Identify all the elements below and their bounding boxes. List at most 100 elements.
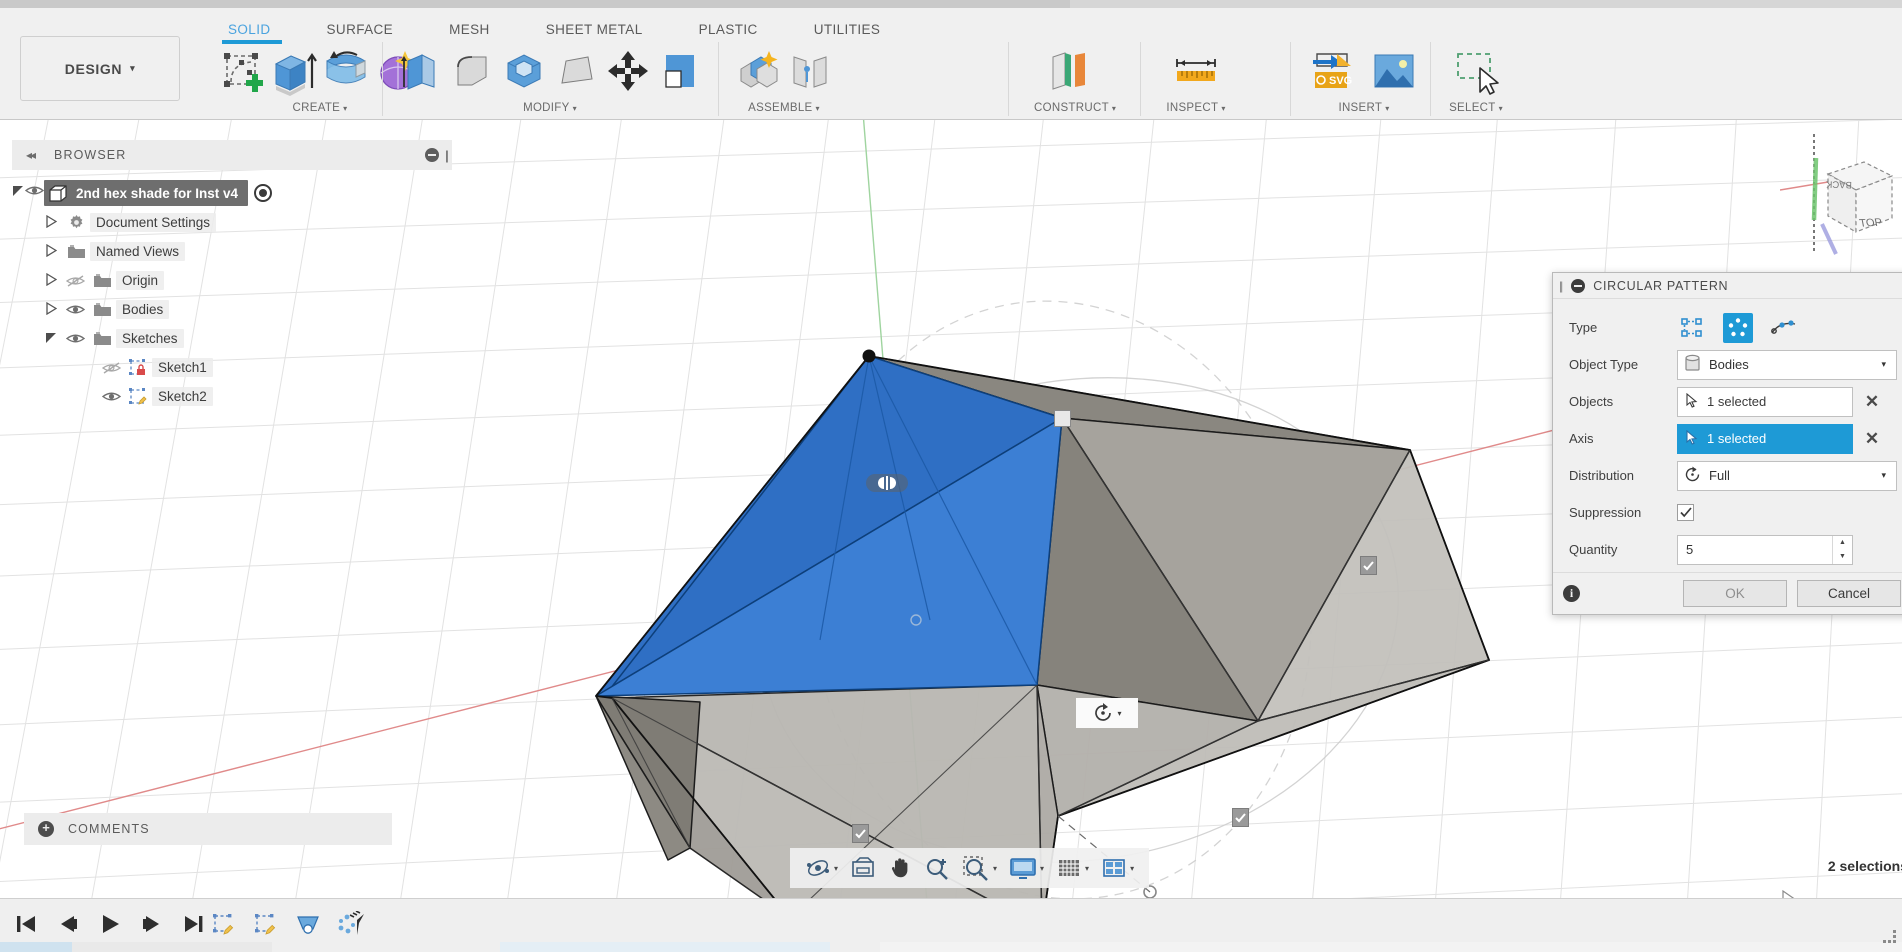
expand-triangle-icon[interactable] bbox=[12, 184, 25, 202]
handle-check-1[interactable] bbox=[1360, 556, 1377, 575]
jump-start-icon[interactable] bbox=[10, 907, 42, 941]
tree-item-bodies[interactable]: Bodies bbox=[12, 295, 452, 324]
visibility-eye-icon[interactable] bbox=[62, 303, 88, 316]
dialog-collapse-button[interactable] bbox=[1571, 279, 1585, 293]
quantity-stepper[interactable]: 5 ▲ ▼ bbox=[1677, 535, 1853, 565]
shell-icon[interactable] bbox=[500, 44, 548, 98]
visibility-eye-hidden-icon[interactable] bbox=[98, 361, 124, 375]
objects-selection-field[interactable]: 1 selected bbox=[1677, 387, 1853, 417]
timeline-segment[interactable] bbox=[500, 942, 830, 952]
activate-component-radio[interactable] bbox=[254, 184, 272, 202]
comments-panel[interactable]: + COMMENTS bbox=[24, 813, 392, 845]
timeline-segment[interactable] bbox=[72, 942, 272, 952]
visibility-eye-icon[interactable] bbox=[62, 332, 88, 345]
extrude-icon[interactable] bbox=[270, 44, 318, 98]
suppression-checkbox[interactable] bbox=[1677, 504, 1694, 521]
pattern-rectangular-icon[interactable] bbox=[1677, 313, 1707, 343]
dialog-header[interactable]: || CIRCULAR PATTERN bbox=[1553, 273, 1902, 299]
tree-item-sketch2[interactable]: Sketch2 bbox=[12, 382, 452, 411]
group-label-assemble[interactable]: ASSEMBLE▾ bbox=[728, 102, 840, 114]
offset-plane-icon[interactable] bbox=[1040, 44, 1096, 98]
distribution-select[interactable]: Full ▾ bbox=[1677, 461, 1897, 491]
rotate-gizmo-handle[interactable]: ▾ bbox=[1076, 698, 1138, 728]
expand-triangle-icon[interactable] bbox=[40, 244, 62, 260]
handle-check-2[interactable] bbox=[1232, 808, 1249, 827]
expand-triangle-icon[interactable] bbox=[40, 273, 62, 289]
new-component-icon[interactable] bbox=[734, 44, 782, 98]
expand-triangle-icon[interactable] bbox=[40, 331, 62, 347]
tree-item-sketch1[interactable]: Sketch1 bbox=[12, 353, 452, 382]
joint-icon[interactable] bbox=[786, 44, 834, 98]
ok-button[interactable]: OK bbox=[1683, 580, 1787, 607]
pattern-path-icon[interactable] bbox=[1769, 313, 1799, 343]
group-label-inspect[interactable]: INSPECT▾ bbox=[1162, 102, 1230, 114]
grid-snaps-icon[interactable]: ▾ bbox=[1051, 852, 1094, 884]
step-back-icon[interactable] bbox=[52, 907, 84, 941]
tab-sheet-metal[interactable]: SHEET METAL bbox=[518, 22, 671, 37]
look-at-icon[interactable] bbox=[845, 852, 881, 884]
browser-minimize-button[interactable] bbox=[425, 148, 439, 162]
object-type-select[interactable]: Bodies ▾ bbox=[1677, 350, 1897, 380]
handle-square[interactable] bbox=[1054, 410, 1071, 427]
expand-triangle-icon[interactable] bbox=[40, 302, 62, 318]
tree-item-named-views[interactable]: Named Views bbox=[12, 237, 452, 266]
step-forward-icon[interactable] bbox=[136, 907, 168, 941]
timeline-segment[interactable] bbox=[0, 942, 72, 952]
sketch-feature-icon[interactable] bbox=[208, 907, 240, 941]
quantity-decrement-button[interactable]: ▼ bbox=[1833, 550, 1852, 564]
press-pull-icon[interactable] bbox=[396, 44, 444, 98]
move-copy-icon[interactable] bbox=[604, 44, 652, 98]
view-cube[interactable]: BACK TOP bbox=[1780, 128, 1898, 258]
insert-image-icon[interactable] bbox=[1366, 44, 1422, 98]
align-icon[interactable] bbox=[656, 44, 704, 98]
viewports-icon[interactable]: ▾ bbox=[1096, 852, 1139, 884]
collapse-panel-icon[interactable]: ◂◂ bbox=[26, 148, 34, 162]
sketch-feature-icon[interactable] bbox=[250, 907, 282, 941]
jump-end-icon[interactable] bbox=[178, 907, 210, 941]
create-sketch-icon[interactable] bbox=[218, 44, 266, 98]
visibility-eye-hidden-icon[interactable] bbox=[62, 274, 88, 288]
pattern-circular-icon[interactable] bbox=[1723, 313, 1753, 343]
measure-icon[interactable] bbox=[1168, 44, 1224, 98]
select-window-icon[interactable] bbox=[1448, 44, 1504, 98]
quantity-increment-button[interactable]: ▲ bbox=[1833, 536, 1852, 550]
pan-hand-icon[interactable] bbox=[883, 852, 917, 884]
visibility-eye-icon[interactable] bbox=[98, 390, 124, 403]
zoom-window-icon[interactable]: ▾ bbox=[957, 852, 1002, 884]
revolve-feature-icon[interactable] bbox=[292, 907, 324, 941]
tree-item-document-settings[interactable]: Document Settings bbox=[12, 208, 452, 237]
group-label-select[interactable]: SELECT▾ bbox=[1442, 102, 1510, 114]
insert-svg-icon[interactable]: SVG bbox=[1306, 44, 1362, 98]
fillet-icon[interactable] bbox=[448, 44, 496, 98]
display-settings-icon[interactable]: ▾ bbox=[1004, 852, 1049, 884]
tab-solid[interactable]: SOLID bbox=[200, 22, 299, 37]
axis-selection-field[interactable]: 1 selected bbox=[1677, 424, 1853, 454]
plus-icon[interactable]: + bbox=[38, 821, 54, 837]
orbit-icon[interactable]: ▾ bbox=[800, 852, 843, 884]
timeline-resize-grip[interactable] bbox=[1880, 927, 1898, 950]
quantity-value[interactable]: 5 bbox=[1678, 542, 1832, 557]
browser-resize-grip[interactable]: ||| bbox=[445, 148, 446, 163]
tree-root-item[interactable]: 2nd hex shade for Inst v4 bbox=[44, 180, 248, 206]
circular-pattern-feature-icon[interactable] bbox=[334, 907, 366, 941]
info-icon[interactable]: i bbox=[1563, 585, 1580, 602]
tree-item-sketches[interactable]: Sketches bbox=[12, 324, 452, 353]
play-icon[interactable] bbox=[94, 907, 126, 941]
flip-direction-handle[interactable] bbox=[860, 470, 914, 496]
handle-check-3[interactable] bbox=[852, 824, 869, 843]
group-label-modify[interactable]: MODIFY▾ bbox=[390, 102, 710, 114]
zoom-icon[interactable] bbox=[919, 852, 955, 884]
dialog-grip-handle[interactable]: || bbox=[1557, 279, 1563, 293]
clear-objects-button[interactable]: ✕ bbox=[1863, 393, 1881, 410]
revolve-icon[interactable] bbox=[322, 44, 370, 98]
timeline-track[interactable] bbox=[0, 942, 1902, 952]
tab-surface[interactable]: SURFACE bbox=[299, 22, 422, 37]
tree-item-origin[interactable]: Origin bbox=[12, 266, 452, 295]
draft-icon[interactable] bbox=[552, 44, 600, 98]
expand-triangle-icon[interactable] bbox=[40, 215, 62, 231]
tab-utilities[interactable]: UTILITIES bbox=[786, 22, 909, 37]
cancel-button[interactable]: Cancel bbox=[1797, 580, 1901, 607]
tab-plastic[interactable]: PLASTIC bbox=[671, 22, 786, 37]
clear-axis-button[interactable]: ✕ bbox=[1863, 430, 1881, 447]
timeline-segment[interactable] bbox=[880, 942, 1902, 952]
